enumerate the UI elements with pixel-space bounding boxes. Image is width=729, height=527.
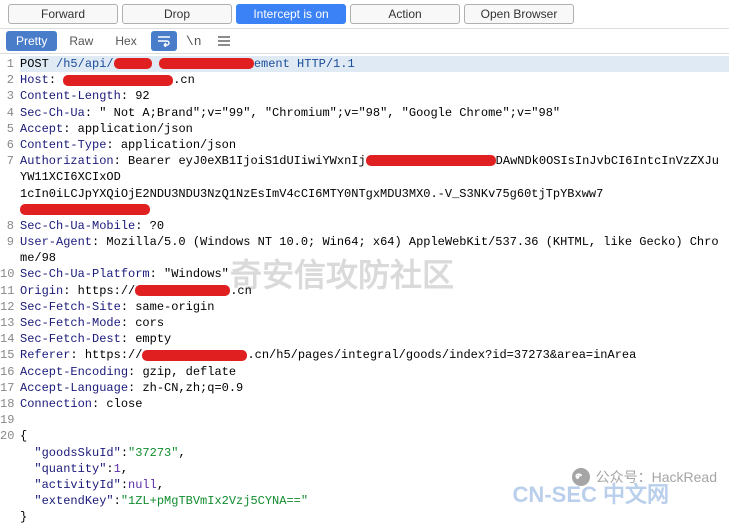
header-sec-ch-ua-platform: Sec-Ch-Ua-Platform: "Windows"	[20, 266, 729, 282]
header-origin: Origin: https://.cn	[20, 283, 729, 299]
header-accept-language: Accept-Language: zh-CN,zh;q=0.9	[20, 380, 729, 396]
redaction-bar	[366, 155, 496, 166]
redaction-bar	[135, 285, 230, 296]
header-sec-fetch-site: Sec-Fetch-Site: same-origin	[20, 299, 729, 315]
body-content: { "goodsSkuId":"37273", "quantity":1, "a…	[20, 428, 729, 525]
http-editor[interactable]: 1 POST /h5/api/ ement HTTP/1.1 2 Host: .…	[0, 54, 729, 527]
drop-button[interactable]: Drop	[122, 4, 232, 24]
pretty-tab[interactable]: Pretty	[6, 31, 57, 51]
header-sec-fetch-dest: Sec-Fetch-Dest: empty	[20, 331, 729, 347]
show-nonprintable-icon[interactable]: \n	[181, 31, 207, 51]
redaction-bar	[159, 58, 254, 69]
redaction-bar	[20, 204, 150, 215]
header-connection: Connection: close	[20, 396, 729, 412]
header-sec-ch-ua: Sec-Ch-Ua: " Not A;Brand";v="99", "Chrom…	[20, 105, 729, 121]
line-number: 1	[0, 56, 20, 72]
header-user-agent: User-Agent: Mozilla/5.0 (Windows NT 10.0…	[20, 234, 729, 266]
hamburger-icon[interactable]	[211, 31, 237, 51]
redaction-bar	[142, 350, 247, 361]
blank-line	[20, 412, 729, 428]
main-toolbar: Forward Drop Intercept is on Action Open…	[0, 0, 729, 28]
open-browser-button[interactable]: Open Browser	[464, 4, 574, 24]
raw-tab[interactable]: Raw	[59, 31, 103, 51]
header-accept-encoding: Accept-Encoding: gzip, deflate	[20, 364, 729, 380]
header-content-type: Content-Type: application/json	[20, 137, 729, 153]
hex-tab[interactable]: Hex	[105, 31, 146, 51]
header-sec-fetch-mode: Sec-Fetch-Mode: cors	[20, 315, 729, 331]
request-line: POST /h5/api/ ement HTTP/1.1	[20, 56, 729, 72]
header-accept: Accept: application/json	[20, 121, 729, 137]
header-referer: Referer: https://.cn/h5/pages/integral/g…	[20, 347, 729, 363]
header-sec-ch-ua-mobile: Sec-Ch-Ua-Mobile: ?0	[20, 218, 729, 234]
redaction-bar	[114, 58, 152, 69]
action-button[interactable]: Action	[350, 4, 460, 24]
redaction-bar	[63, 75, 173, 86]
header-host: Host: .cn	[20, 72, 729, 88]
forward-button[interactable]: Forward	[8, 4, 118, 24]
wrap-lines-icon[interactable]	[151, 31, 177, 51]
header-content-length: Content-Length: 92	[20, 88, 729, 104]
view-toolbar: Pretty Raw Hex \n	[0, 28, 729, 54]
header-authorization: Authorization: Bearer eyJ0eXB1IjoiS1dUIi…	[20, 153, 729, 218]
intercept-toggle-button[interactable]: Intercept is on	[236, 4, 346, 24]
